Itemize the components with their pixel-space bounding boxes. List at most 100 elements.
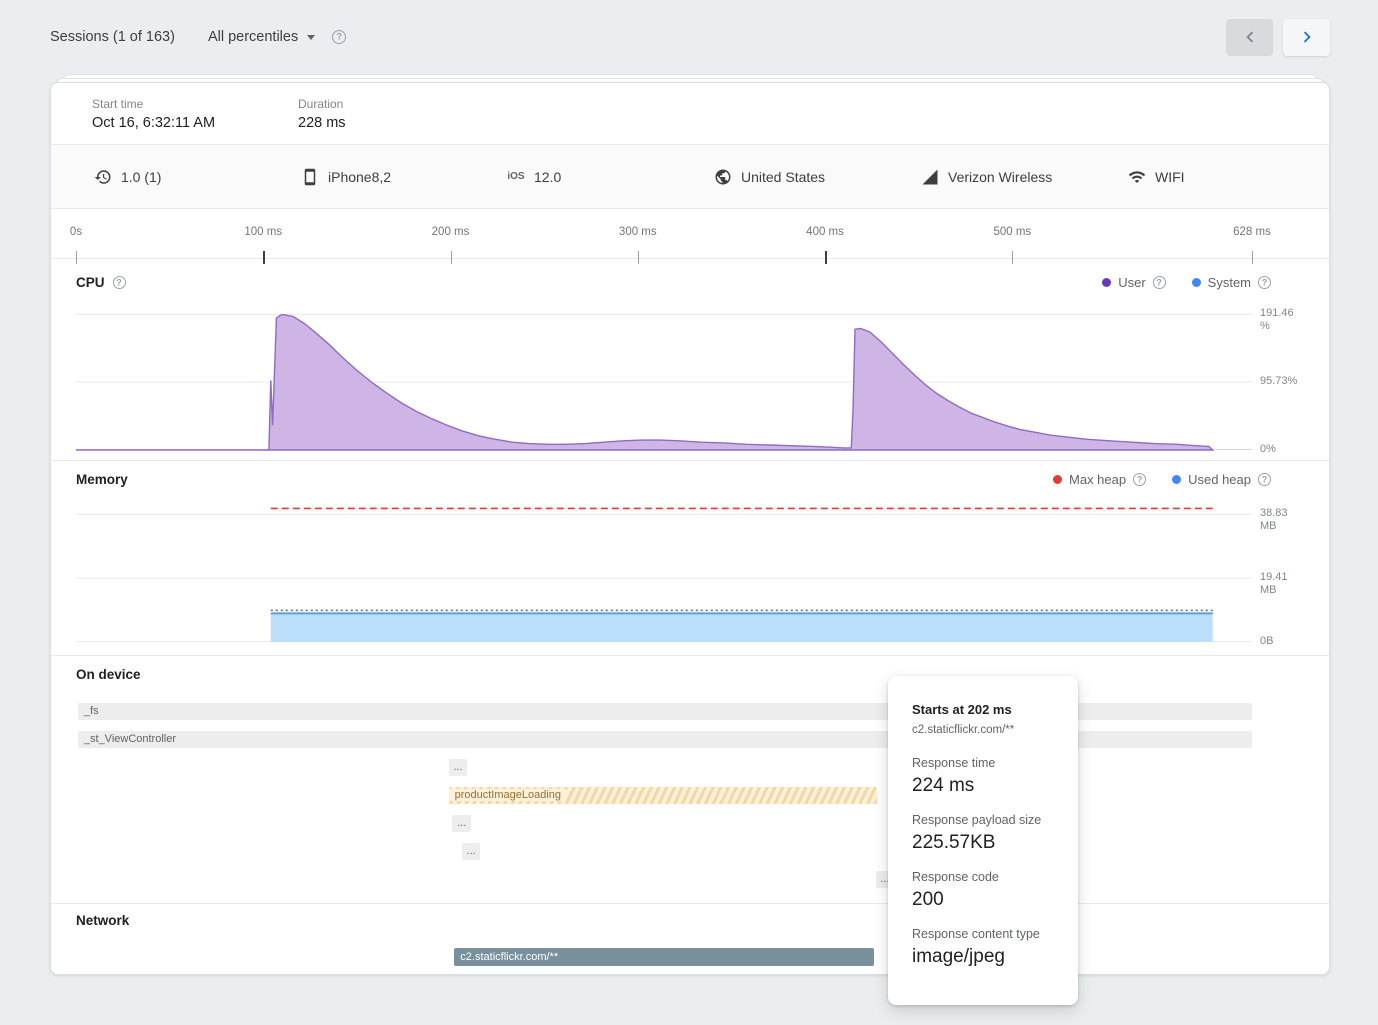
user-help-icon[interactable] — [1153, 276, 1166, 289]
timeline-tick-mark — [263, 251, 265, 264]
used-heap-legend-label: Used heap — [1188, 472, 1251, 487]
max-heap-help-icon[interactable] — [1133, 473, 1146, 486]
trace-bar[interactable]: ... — [462, 843, 481, 860]
cpu-section-title: CPU — [76, 275, 126, 290]
wifi-icon — [1128, 168, 1146, 186]
timeline-tick-mark — [76, 251, 77, 264]
percentiles-dropdown-label: All percentiles — [208, 29, 298, 45]
timeline-tick-mark — [451, 251, 452, 264]
cpu-axis-label: 95.73% — [1260, 375, 1306, 388]
trace-bar-label: ... — [467, 845, 476, 857]
tooltip-field: Response code 200 — [912, 870, 1064, 911]
start-time-block: Start time Oct 16, 6:32:11 AM — [92, 97, 215, 131]
legend-item-user[interactable]: User — [1102, 275, 1165, 290]
country-item: United States — [714, 168, 825, 186]
timeline-tick-mark — [1252, 251, 1253, 264]
smartphone-icon — [301, 168, 319, 186]
request-tooltip: Starts at 202 ms c2.staticflickr.com/** … — [888, 676, 1078, 1005]
trace-bar-label: _fs — [78, 705, 99, 717]
memory-chart[interactable] — [76, 490, 1252, 643]
history-icon — [94, 168, 112, 186]
legend-item-max-heap[interactable]: Max heap — [1053, 472, 1146, 487]
timeline-tick-mark — [638, 251, 639, 264]
tooltip-field: Response time 224 ms — [912, 756, 1064, 797]
timeline-tick-mark — [1012, 251, 1013, 264]
session-card: Start time Oct 16, 6:32:11 AM Duration 2… — [50, 82, 1330, 975]
network-section: Network c2.staticflickr.com/** — [51, 904, 1329, 976]
cpu-section: CPU User System 191.46 % 95.73% 0% — [51, 259, 1329, 461]
percentiles-dropdown[interactable]: All percentiles — [208, 29, 315, 45]
response-payload-label: Response payload size — [912, 813, 1064, 827]
trace-bar[interactable]: productImageLoading — [449, 787, 878, 804]
network-title-text: Network — [76, 913, 129, 928]
country-value: United States — [741, 169, 825, 185]
cpu-axis-label: 0% — [1260, 443, 1306, 456]
device-info-row: 1.0 (1) iPhone8,2 iOS 12.0 United States… — [51, 145, 1329, 209]
trace-bar[interactable]: ... — [449, 759, 468, 776]
system-help-icon[interactable] — [1258, 276, 1271, 289]
legend-item-system[interactable]: System — [1192, 275, 1271, 290]
duration-value: 228 ms — [298, 115, 346, 131]
system-legend-label: System — [1208, 275, 1251, 290]
timeline-tick-label: 500 ms — [993, 226, 1031, 238]
response-code-value: 200 — [912, 889, 1064, 911]
trace-bar[interactable]: ... — [452, 815, 471, 832]
timeline-tick-label: 300 ms — [619, 226, 657, 238]
cpu-legend: User System — [1102, 275, 1271, 290]
session-meta-row: Start time Oct 16, 6:32:11 AM Duration 2… — [51, 83, 1329, 145]
legend-item-used-heap[interactable]: Used heap — [1172, 472, 1271, 487]
response-content-type-value: image/jpeg — [912, 946, 1064, 968]
response-code-label: Response code — [912, 870, 1064, 884]
chevron-left-icon — [1239, 26, 1261, 48]
cpu-help-icon[interactable] — [113, 276, 126, 289]
chevron-right-icon — [1296, 26, 1318, 48]
timeline-tick-label: 200 ms — [432, 226, 470, 238]
trace-bar-label: productImageLoading — [449, 789, 566, 801]
memory-title-text: Memory — [76, 472, 128, 487]
trace-bar-label: ... — [457, 817, 466, 829]
timeline-tick-mark — [825, 251, 827, 264]
timeline-ruler: 0s100 ms200 ms300 ms400 ms500 ms628 ms — [51, 209, 1329, 259]
tooltip-field: Response content type image/jpeg — [912, 927, 1064, 968]
response-payload-value: 225.57KB — [912, 832, 1064, 854]
app-version-value: 1.0 (1) — [121, 169, 161, 185]
device-model-item: iPhone8,2 — [301, 168, 391, 186]
globe-icon — [714, 168, 732, 186]
tooltip-url: c2.staticflickr.com/** — [912, 724, 1064, 736]
help-icon[interactable] — [332, 30, 346, 44]
carrier-item: Verizon Wireless — [921, 168, 1052, 186]
memory-axis-label: 0B — [1260, 635, 1306, 648]
network-type-value: WIFI — [1155, 169, 1185, 185]
trace-bar-label: _st_ViewController — [78, 733, 176, 745]
used-heap-help-icon[interactable] — [1258, 473, 1271, 486]
memory-axis-label: 38.83 MB — [1260, 507, 1306, 533]
network-request-bar[interactable]: c2.staticflickr.com/** — [454, 948, 874, 966]
device-model-value: iPhone8,2 — [328, 169, 391, 185]
start-time-label: Start time — [92, 97, 215, 111]
on-device-title-text: On device — [76, 667, 141, 682]
trace-bar-label: ... — [453, 761, 462, 773]
network-section-title: Network — [76, 913, 129, 928]
cpu-title-text: CPU — [76, 275, 105, 290]
user-legend-label: User — [1118, 275, 1145, 290]
memory-legend: Max heap Used heap — [1053, 472, 1271, 487]
user-legend-dot — [1102, 278, 1111, 287]
timeline-tick-label: 0s — [70, 226, 82, 238]
os-version-value: 12.0 — [534, 169, 561, 185]
cpu-axis-label: 191.46 % — [1260, 307, 1306, 333]
next-session-button[interactable] — [1283, 19, 1330, 56]
carrier-value: Verizon Wireless — [948, 169, 1052, 185]
system-legend-dot — [1192, 278, 1201, 287]
on-device-section: On device _fs _st_ViewController... produc… — [51, 656, 1329, 904]
used-heap-legend-dot — [1172, 475, 1181, 484]
cellular-signal-icon — [921, 168, 939, 186]
tooltip-field: Response payload size 225.57KB — [912, 813, 1064, 854]
session-nav — [1226, 19, 1330, 56]
tooltip-title: Starts at 202 ms — [912, 702, 1064, 717]
app-version-item: 1.0 (1) — [94, 168, 161, 186]
duration-label: Duration — [298, 97, 346, 111]
previous-session-button[interactable] — [1226, 19, 1273, 56]
duration-block: Duration 228 ms — [298, 97, 346, 131]
cpu-chart[interactable] — [76, 314, 1252, 451]
memory-section: Memory Max heap Used heap 38.83 MB19.41 … — [51, 461, 1329, 656]
